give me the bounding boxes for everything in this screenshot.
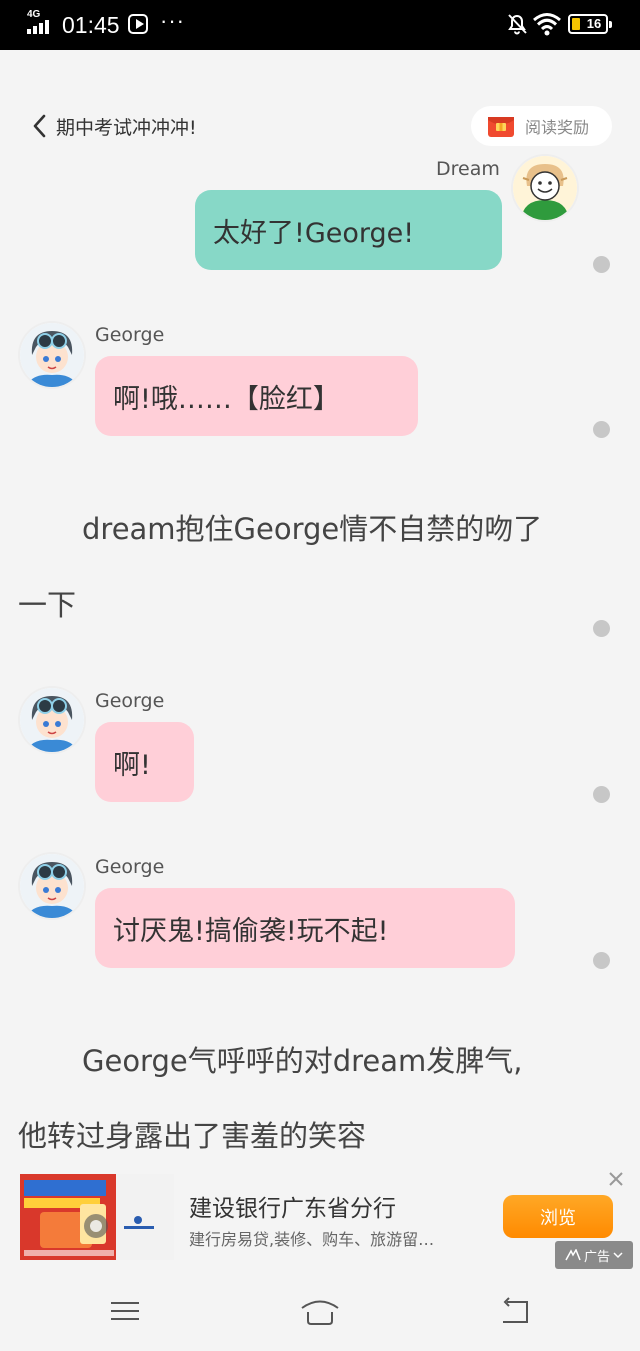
menu-icon[interactable] xyxy=(105,1294,145,1328)
reward-label: 阅读奖励 xyxy=(525,118,590,137)
back-icon[interactable] xyxy=(495,1294,535,1328)
message-text: 讨厌鬼!搞偷袭!玩不起! xyxy=(113,915,389,947)
message-bubble[interactable]: 太好了!George! xyxy=(195,190,502,270)
message-text: 啊!哦……【脸红】 xyxy=(113,383,340,415)
ad-tag[interactable]: 广告 xyxy=(555,1241,633,1269)
home-icon[interactable] xyxy=(298,1294,342,1328)
reading-reward-button[interactable]: 阅读奖励 xyxy=(471,106,612,146)
sender-name: George xyxy=(95,324,165,346)
chat-title: 期中考试冲冲冲! xyxy=(56,116,197,139)
red-envelope-icon xyxy=(488,117,514,137)
back-chevron-icon xyxy=(33,114,46,138)
message-dot xyxy=(593,620,610,637)
message-bubble[interactable]: 啊! xyxy=(95,722,194,802)
more-notifications: ··· xyxy=(160,8,185,33)
chevron-down-icon xyxy=(613,1252,623,1259)
message-dot xyxy=(593,256,610,273)
ad-title[interactable]: 建设银行广东省分行 xyxy=(189,1189,396,1223)
ad-image[interactable] xyxy=(20,1174,174,1260)
message-bubble[interactable]: 讨厌鬼!搞偷袭!玩不起! xyxy=(95,888,515,968)
ad-description[interactable]: 建行房易贷,装修、购车、旅游留… xyxy=(189,1226,434,1250)
battery-icon: 16 xyxy=(568,14,612,34)
bell-muted-icon xyxy=(508,14,527,35)
avatar-dream[interactable] xyxy=(513,156,577,220)
message-text: 啊! xyxy=(113,749,151,781)
message-dot xyxy=(593,952,610,969)
narration-line: George气呼呼的对dream发脾气, xyxy=(82,1044,523,1078)
navigation-bar xyxy=(0,1272,640,1351)
wifi-icon xyxy=(533,13,561,36)
ad-logo-icon xyxy=(565,1249,581,1261)
message-text: 太好了!George! xyxy=(213,217,415,249)
clock: 01:45 xyxy=(62,12,120,38)
narration-line: dream抱住George情不自禁的吻了 xyxy=(82,512,543,546)
avatar-george[interactable] xyxy=(20,854,84,918)
ad-tag-label: 广告 xyxy=(583,1249,610,1265)
close-icon[interactable] xyxy=(605,1168,627,1190)
george-avatar-image xyxy=(20,688,84,752)
status-bar: 4G 01:45 ··· 16 xyxy=(0,0,640,50)
narration-line: 一下 xyxy=(18,588,77,622)
dream-avatar-image xyxy=(513,156,577,220)
george-avatar-image xyxy=(20,323,84,387)
message-dot xyxy=(593,786,610,803)
narration-line: 他转过身露出了害羞的笑容 xyxy=(18,1119,367,1153)
network-type: 4G xyxy=(27,9,41,20)
back-button[interactable]: 期中考试冲冲冲! xyxy=(30,110,197,142)
play-icon xyxy=(128,14,148,34)
avatar-george[interactable] xyxy=(20,323,84,387)
message-dot xyxy=(593,421,610,438)
ad-browse-button[interactable]: 浏览 xyxy=(503,1195,613,1238)
message-bubble[interactable]: 啊!哦……【脸红】 xyxy=(95,356,418,436)
battery-level: 16 xyxy=(586,16,602,31)
sender-name: Dream xyxy=(436,158,500,180)
sender-name: George xyxy=(95,690,165,712)
sender-name: George xyxy=(95,856,165,878)
ad-banner[interactable]: 建设银行广东省分行 建行房易贷,装修、购车、旅游留… 浏览 广告 xyxy=(0,1160,640,1270)
avatar-george[interactable] xyxy=(20,688,84,752)
signal-icon xyxy=(27,20,55,34)
george-avatar-image xyxy=(20,854,84,918)
